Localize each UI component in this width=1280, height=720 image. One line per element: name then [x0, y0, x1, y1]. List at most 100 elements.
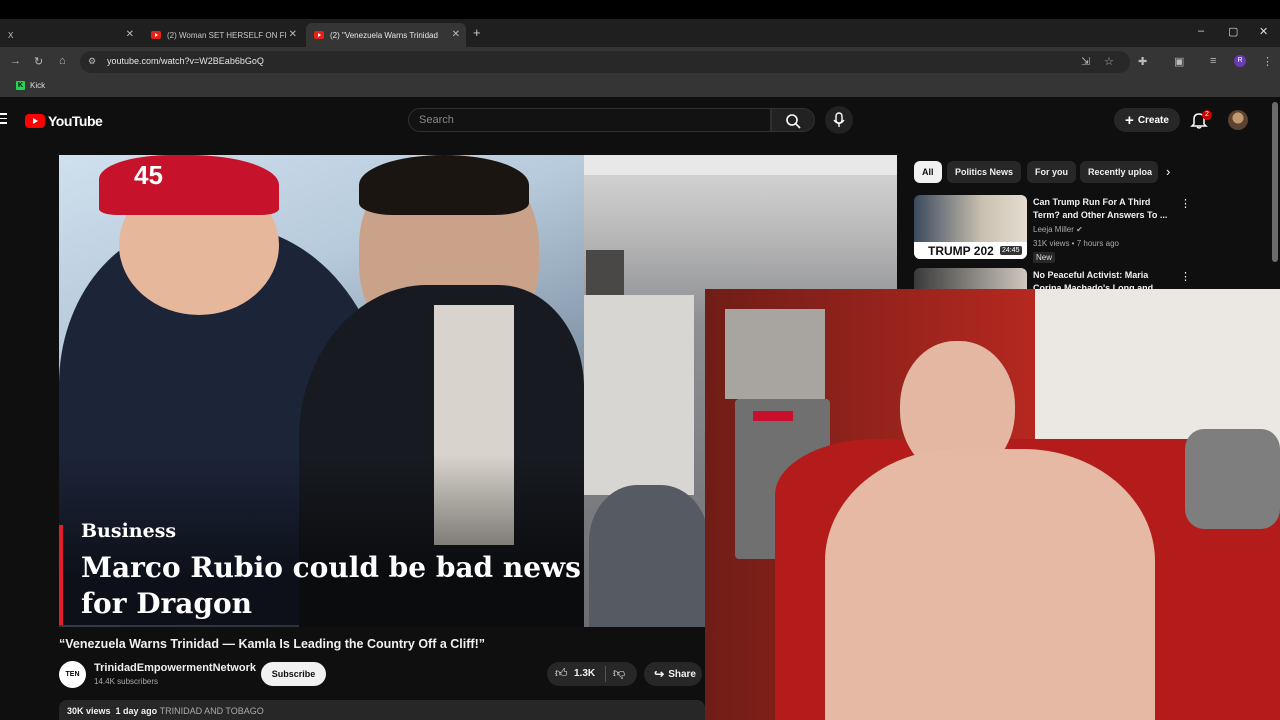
subscriber-count: 14.4K subscribers	[94, 677, 159, 686]
minimize-icon[interactable]: –	[1198, 25, 1204, 37]
rec-thumbnail[interactable]	[914, 268, 1027, 289]
webcam-overlay	[705, 289, 1280, 720]
divider	[605, 666, 606, 682]
video-thumbnail-frame: 45 Business Marco Rubio could be bad new…	[59, 155, 584, 627]
close-tab-icon[interactable]: ✕	[289, 29, 297, 40]
close-tab-icon[interactable]: ✕	[126, 29, 134, 40]
bookmark-kick[interactable]: K Kick	[16, 81, 45, 90]
share-icon: ↪	[654, 667, 665, 681]
url-text[interactable]: youtube.com/watch?v=W2BEab6bGoQ	[107, 56, 264, 66]
channel-name[interactable]: TrinidadEmpowermentNetwork	[94, 662, 256, 674]
rec-channel-name: Leeja Miller	[1033, 225, 1074, 234]
rec-meta: 31K views • 7 hours ago	[1033, 239, 1119, 248]
rec-title[interactable]: Can Trump Run For A Third Term? and Othe…	[1033, 196, 1173, 222]
account-avatar[interactable]	[1228, 110, 1248, 130]
os-top-bar	[0, 0, 1280, 19]
chip-for-you[interactable]: For you	[1027, 161, 1076, 183]
pillow	[1185, 429, 1280, 529]
boxes	[725, 309, 825, 399]
youtube-logo[interactable]: YouTube	[25, 113, 103, 129]
chip-politics-news[interactable]: Politics News	[947, 161, 1022, 183]
view-count: 30K views	[67, 706, 111, 716]
subscribe-button[interactable]: Subscribe	[261, 662, 326, 686]
rec-channel[interactable]: Leeja Miller ✔	[1033, 225, 1083, 234]
search-icon	[786, 114, 801, 129]
site-info-icon[interactable]: ⚙	[88, 56, 96, 67]
chip-all[interactable]: All	[914, 161, 942, 183]
youtube-wordmark: YouTube	[48, 113, 103, 129]
tab-label: (2) "Venezuela Warns Trinidad	[330, 30, 438, 40]
profile-avatar[interactable]: R	[1234, 55, 1246, 67]
voice-search-button[interactable]	[825, 106, 853, 134]
like-icon[interactable]: 👍︎	[555, 666, 568, 681]
more-actions-icon[interactable]: ⋮	[1180, 270, 1191, 283]
youtube-favicon-icon	[151, 31, 161, 39]
media-icon[interactable]: ≡	[1210, 55, 1216, 67]
reload-icon[interactable]: ↻	[34, 55, 43, 68]
divider	[0, 97, 1280, 102]
extensions-icon[interactable]: ✚	[1138, 55, 1147, 68]
create-button[interactable]: + Create	[1114, 108, 1180, 132]
page-scrollbar[interactable]	[1272, 102, 1278, 262]
microphone-icon	[833, 112, 845, 127]
bookmark-label: Kick	[30, 81, 46, 90]
new-tab-icon[interactable]: +	[473, 25, 481, 40]
tab-woman[interactable]: (2) Woman SET HERSELF ON FI ✕	[143, 23, 303, 47]
tab-x[interactable]: X ✕	[0, 23, 140, 47]
thumbnail-tag: Business	[81, 520, 177, 542]
youtube-play-icon	[25, 114, 45, 128]
cap-number: 45	[134, 160, 163, 190]
tab-strip: X ✕ (2) Woman SET HERSELF ON FI ✕ (2) "V…	[0, 19, 1280, 47]
more-actions-icon[interactable]: ⋮	[1180, 197, 1191, 210]
share-button[interactable]: ↪ Share	[644, 662, 702, 686]
forward-icon[interactable]: →	[10, 55, 21, 67]
ceiling	[584, 155, 897, 175]
window-close-icon[interactable]: ✕	[1259, 25, 1268, 38]
caption-accent-bar	[59, 525, 63, 625]
tab-label: X	[8, 30, 14, 40]
search-button[interactable]	[771, 108, 815, 132]
thumb-text: TRUMP 202	[928, 244, 994, 258]
kick-icon: K	[16, 81, 25, 90]
install-icon[interactable]: ⇲	[1081, 55, 1090, 68]
dislike-icon[interactable]: 👎︎	[613, 666, 625, 681]
like-count[interactable]: 1.3K	[574, 668, 595, 679]
chevron-right-icon[interactable]: ›	[1166, 164, 1170, 179]
like-dislike-group: 👍︎ 1.3K 👎︎	[547, 662, 637, 686]
duration-badge: 24:45	[1000, 246, 1022, 255]
bookmark-star-icon[interactable]: ☆	[1104, 55, 1114, 68]
person-torso	[825, 449, 1155, 720]
thumbnail-headline: Marco Rubio could be bad news for Dragon	[81, 551, 581, 620]
rec-thumbnail[interactable]: TRUMP 202 24:45	[914, 195, 1027, 259]
close-tab-icon[interactable]: ✕	[452, 29, 460, 40]
browser-menu-icon[interactable]: ⋮	[1262, 55, 1273, 68]
white-wall	[1035, 289, 1280, 449]
tab-label: (2) Woman SET HERSELF ON FI	[167, 30, 287, 40]
bookmarks-bar	[0, 77, 1280, 97]
shelf	[584, 295, 694, 495]
chip-recently-uploaded[interactable]: Recently uploa	[1080, 161, 1158, 183]
upload-age: 1 day ago	[115, 706, 158, 716]
person-right-hair	[359, 155, 529, 215]
verified-icon: ✔	[1076, 225, 1083, 234]
hashtag[interactable]: TRINIDAD AND TOBAGO	[160, 706, 264, 716]
tab-venezuela[interactable]: (2) "Venezuela Warns Trinidad ✕	[306, 23, 466, 47]
home-icon[interactable]: ⌂	[59, 55, 66, 67]
hamburger-menu-icon[interactable]	[0, 113, 8, 127]
youtube-favicon-icon	[314, 31, 324, 39]
supreme-sticker	[753, 411, 793, 421]
rec-title[interactable]: No Peaceful Activist: Maria Corina Macha…	[1033, 269, 1173, 289]
restore-icon[interactable]: ▢	[1228, 25, 1238, 38]
description-box[interactable]: 30K views 1 day ago TRINIDAD AND TOBAGO	[59, 700, 705, 720]
split-view-icon[interactable]: ▣	[1174, 55, 1184, 68]
poster	[586, 250, 624, 295]
new-badge: New	[1033, 252, 1056, 263]
person-back	[589, 485, 709, 627]
video-title: “Venezuela Warns Trinidad — Kamla Is Lea…	[59, 637, 485, 651]
search-input[interactable]: Search	[408, 108, 771, 132]
notification-count-badge: 2	[1202, 110, 1212, 120]
share-label: Share	[668, 668, 696, 680]
channel-avatar[interactable]: TEN	[59, 661, 86, 688]
create-label: Create	[1137, 114, 1169, 126]
plus-icon: +	[1125, 111, 1134, 129]
